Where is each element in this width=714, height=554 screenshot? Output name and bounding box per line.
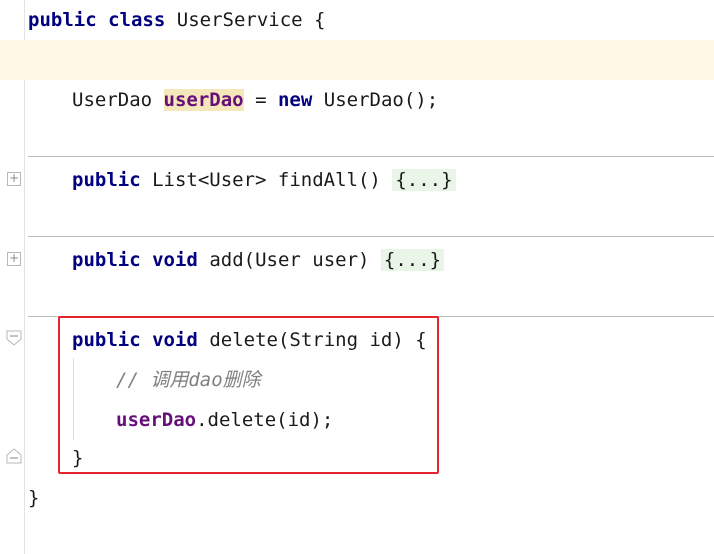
method-separator	[28, 156, 714, 157]
close-brace-class: }	[28, 487, 40, 509]
highlight-annotation-box	[58, 316, 439, 474]
code-line-class-decl[interactable]: public class UserService {	[0, 0, 714, 40]
code-line-findall[interactable]: public List<User> findAll() {...}	[0, 160, 714, 200]
assign-operator: =	[255, 89, 267, 111]
class-name: UserService	[176, 9, 303, 31]
method-signature-findall: List<User> findAll()	[152, 169, 381, 191]
constructor-call: UserDao();	[323, 89, 439, 111]
keyword-void: void	[152, 249, 198, 271]
keyword-public: public	[72, 169, 141, 191]
field-type: UserDao	[72, 89, 153, 111]
code-line-add[interactable]: public void add(User user) {...}	[0, 240, 714, 280]
field-name-userdao[interactable]: userDao	[163, 89, 244, 111]
keyword-public: public	[72, 249, 141, 271]
keyword-new: new	[277, 89, 313, 111]
open-brace: {	[314, 9, 326, 31]
method-separator	[28, 236, 714, 237]
folded-body-add[interactable]: {...}	[380, 249, 445, 271]
keyword-class: class	[108, 9, 166, 31]
folded-body-findall[interactable]: {...}	[392, 169, 456, 191]
method-signature-add: add(User user)	[209, 249, 370, 271]
code-line-close-class[interactable]: }	[0, 478, 714, 518]
current-line[interactable]	[0, 40, 714, 80]
code-line-field[interactable]: UserDao userDao = new UserDao();	[0, 80, 714, 120]
keyword-public: public	[28, 9, 97, 31]
